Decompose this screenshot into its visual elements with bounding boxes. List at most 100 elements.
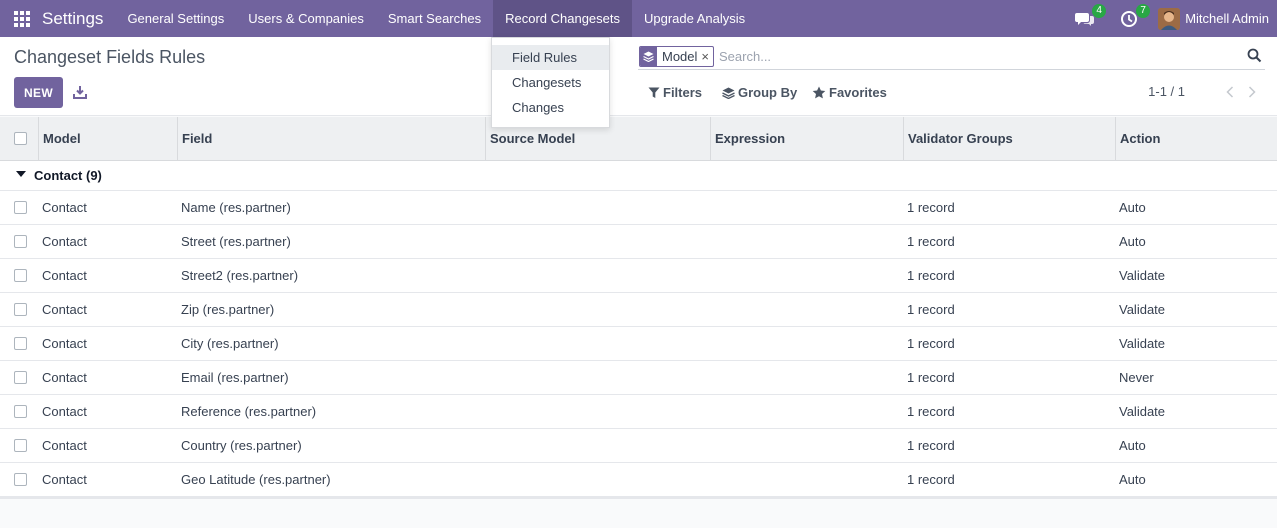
row-checkbox[interactable]: [14, 371, 27, 384]
row-checkbox[interactable]: [14, 201, 27, 214]
cell-validator-groups: 1 record: [907, 472, 955, 487]
table-row[interactable]: Contact City (res.partner) 1 record Validat…: [0, 327, 1277, 361]
cell-model: Contact: [42, 472, 87, 487]
activities-count-badge: 7: [1136, 3, 1151, 18]
table-row[interactable]: Contact Reference (res.partner) 1 record Va…: [0, 395, 1277, 429]
cell-action: Validate: [1119, 404, 1166, 419]
row-checkbox[interactable]: [14, 235, 27, 248]
facet-remove-button[interactable]: ×: [701, 47, 713, 66]
search-input[interactable]: [719, 48, 1220, 64]
cell-validator-groups: 1 record: [907, 336, 955, 351]
table-header: Model Field Source Model Expression Vali…: [0, 117, 1277, 161]
cell-validator-groups: 1 record: [907, 370, 955, 385]
new-button[interactable]: NEW: [14, 77, 63, 108]
clock-icon[interactable]: 7: [1118, 3, 1151, 30]
search-facet: Model ×: [639, 45, 715, 67]
top-navbar: Settings General Settings Users & Compan…: [0, 0, 1277, 37]
table-row[interactable]: Contact Email (res.partner) 1 record Never: [0, 361, 1277, 395]
caret-down-icon: [16, 171, 26, 177]
cell-action: Validate: [1119, 268, 1166, 283]
cell-field: Email (res.partner): [181, 370, 289, 385]
chevron-right-icon[interactable]: [1245, 84, 1259, 100]
cell-validator-groups: 1 record: [907, 302, 955, 317]
cell-model: Contact: [42, 200, 87, 215]
record-changesets-dropdown: Field Rules Changesets Changes: [491, 37, 610, 128]
chat-icon[interactable]: 4: [1074, 3, 1107, 30]
download-icon[interactable]: [70, 82, 90, 102]
layers-icon: [722, 87, 735, 99]
cell-model: Contact: [42, 268, 87, 283]
list-view: Model Field Source Model Expression Vali…: [0, 117, 1277, 499]
star-icon: [812, 86, 826, 99]
cell-field: Zip (res.partner): [181, 302, 275, 317]
funnel-icon: [648, 87, 660, 98]
cell-model: Contact: [42, 234, 87, 249]
cell-model: Contact: [42, 370, 87, 385]
cell-action: Auto: [1119, 438, 1146, 453]
cell-validator-groups: 1 record: [907, 268, 955, 283]
row-checkbox[interactable]: [14, 337, 27, 350]
table-row[interactable]: Contact Zip (res.partner) 1 record Validate: [0, 293, 1277, 327]
column-header-validator-groups[interactable]: Validator Groups: [903, 117, 1115, 161]
user-name[interactable]: Mitchell Admin: [1185, 11, 1269, 26]
menu-smart-searches[interactable]: Smart Searches: [376, 0, 493, 37]
group-row[interactable]: Contact (9): [0, 161, 1277, 191]
menu-general-settings[interactable]: General Settings: [115, 0, 236, 37]
table-footer: [0, 497, 1277, 499]
cell-field: Country (res.partner): [181, 438, 302, 453]
avatar[interactable]: [1158, 7, 1181, 30]
cell-action: Never: [1119, 370, 1154, 385]
cell-action: Auto: [1119, 472, 1146, 487]
systray: 4 7 Mitchell Admin: [1074, 0, 1277, 37]
control-panel: Changeset Fields Rules NEW Model × Searc…: [0, 37, 1277, 116]
menu-record-changesets[interactable]: Record Changesets: [493, 0, 632, 37]
page-title: Changeset Fields Rules: [14, 47, 206, 67]
messages-count-badge: 4: [1092, 3, 1107, 18]
dropdown-item-changesets[interactable]: Changesets: [492, 70, 609, 95]
apps-grid-icon[interactable]: [14, 10, 30, 27]
table-row[interactable]: Contact Name (res.partner) 1 record Auto: [0, 191, 1277, 225]
row-checkbox[interactable]: [14, 303, 27, 316]
cell-action: Validate: [1119, 302, 1166, 317]
dropdown-item-changes[interactable]: Changes: [492, 95, 609, 120]
cell-field: Street (res.partner): [181, 234, 291, 249]
menu-users-companies[interactable]: Users & Companies: [236, 0, 376, 37]
column-header-action[interactable]: Action: [1115, 117, 1277, 161]
row-checkbox[interactable]: [14, 439, 27, 452]
cell-field: City (res.partner): [181, 336, 279, 351]
cell-validator-groups: 1 record: [907, 200, 955, 215]
table-row[interactable]: Contact Street2 (res.partner) 1 record Vali…: [0, 259, 1277, 293]
pager-value[interactable]: 1-1 / 1: [1148, 84, 1185, 99]
search-icon[interactable]: [1247, 48, 1263, 64]
layers-icon: [640, 46, 657, 66]
cell-field: Name (res.partner): [181, 200, 291, 215]
favorites-button[interactable]: Favorites: [812, 85, 887, 100]
chevron-left-icon[interactable]: [1223, 84, 1237, 100]
cell-model: Contact: [42, 336, 87, 351]
menu-upgrade-analysis[interactable]: Upgrade Analysis: [632, 0, 757, 37]
column-header-expression[interactable]: Expression: [710, 117, 903, 161]
table-row[interactable]: Contact Street (res.partner) 1 record Auto: [0, 225, 1277, 259]
table-body: Contact Name (res.partner) 1 record Auto Con…: [0, 191, 1277, 497]
cell-action: Validate: [1119, 336, 1166, 351]
row-checkbox[interactable]: [14, 405, 27, 418]
select-all-checkbox[interactable]: [14, 132, 27, 145]
group-label: Contact (9): [34, 168, 102, 183]
favorites-label: Favorites: [829, 85, 887, 100]
cell-action: Auto: [1119, 234, 1146, 249]
table-row[interactable]: Contact Geo Latitude (res.partner) 1 recor…: [0, 463, 1277, 497]
app-title[interactable]: Settings: [42, 9, 103, 29]
column-header-field[interactable]: Field: [177, 117, 485, 161]
cell-action: Auto: [1119, 200, 1146, 215]
cell-model: Contact: [42, 302, 87, 317]
row-checkbox[interactable]: [14, 269, 27, 282]
filters-button[interactable]: Filters: [648, 85, 702, 100]
table-row[interactable]: Contact Country (res.partner) 1 record Auto: [0, 429, 1277, 463]
column-header-model[interactable]: Model: [38, 117, 177, 161]
row-checkbox[interactable]: [14, 473, 27, 486]
dropdown-item-field-rules[interactable]: Field Rules: [492, 45, 609, 70]
cell-field: Reference (res.partner): [181, 404, 317, 419]
group-by-label: Group By: [738, 85, 798, 100]
group-by-button[interactable]: Group By: [722, 85, 797, 100]
cell-field: Geo Latitude (res.partner): [181, 472, 331, 487]
